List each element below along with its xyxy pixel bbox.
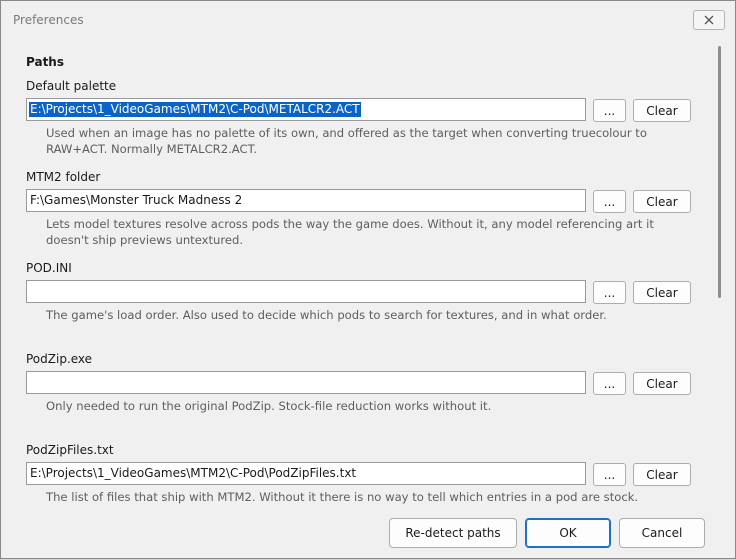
cancel-button[interactable]: Cancel: [619, 518, 705, 548]
mtm2-folder-browse-button[interactable]: ...: [593, 190, 626, 213]
pod-ini-clear-button[interactable]: Clear: [633, 281, 691, 304]
mtm2-folder-value: F:\Games\Monster Truck Madness 2: [30, 193, 243, 207]
default-palette-hint: Used when an image has no palette of its…: [46, 126, 647, 156]
default-palette-input[interactable]: E:\Projects\1_VideoGames\MTM2\C-Pod\META…: [26, 98, 586, 121]
mtm2-folder-clear-button[interactable]: Clear: [633, 190, 691, 213]
podzipfiles-txt-value: E:\Projects\1_VideoGames\MTM2\C-Pod\PodZ…: [30, 466, 357, 480]
paths-panel: Paths Default palette E:\Projects\1_Vide…: [11, 39, 711, 509]
redetect-paths-button[interactable]: Re-detect paths: [389, 518, 517, 548]
mtm2-folder-label: MTM2 folder: [26, 170, 101, 184]
vertical-scrollbar[interactable]: [713, 39, 725, 509]
pod-ini-label: POD.INI: [26, 261, 72, 275]
pod-ini-hint: The game's load order. Also used to deci…: [46, 308, 607, 322]
podzipfiles-txt-clear-button[interactable]: Clear: [633, 463, 691, 486]
default-palette-clear-button[interactable]: Clear: [633, 99, 691, 122]
default-palette-browse-button[interactable]: ...: [593, 99, 626, 122]
podzip-exe-clear-button[interactable]: Clear: [633, 372, 691, 395]
podzip-exe-hint: Only needed to run the original PodZip. …: [46, 399, 492, 413]
podzipfiles-txt-label: PodZipFiles.txt: [26, 443, 114, 457]
podzipfiles-txt-input[interactable]: E:\Projects\1_VideoGames\MTM2\C-Pod\PodZ…: [26, 462, 586, 485]
title-bar: Preferences: [1, 1, 735, 39]
podzip-exe-browse-button[interactable]: ...: [593, 372, 626, 395]
pod-ini-browse-button[interactable]: ...: [593, 281, 626, 304]
default-palette-value: E:\Projects\1_VideoGames\MTM2\C-Pod\META…: [29, 102, 361, 117]
scrollbar-thumb[interactable]: [718, 46, 721, 298]
preferences-dialog: Preferences Paths Default palette E:\Pro…: [0, 0, 736, 559]
window-title: Preferences: [13, 13, 84, 27]
podzipfiles-txt-browse-button[interactable]: ...: [593, 463, 626, 486]
default-palette-label: Default palette: [26, 79, 117, 93]
mtm2-folder-hint: Lets model textures resolve across pods …: [46, 217, 654, 247]
ok-button[interactable]: OK: [525, 518, 611, 548]
close-icon: [704, 15, 714, 25]
close-button[interactable]: [693, 10, 725, 30]
mtm2-folder-input[interactable]: F:\Games\Monster Truck Madness 2: [26, 189, 586, 212]
podzipfiles-txt-hint: The list of files that ship with MTM2. W…: [46, 490, 639, 504]
pod-ini-input[interactable]: [26, 280, 586, 303]
section-heading: Paths: [26, 55, 64, 69]
podzip-exe-input[interactable]: [26, 371, 586, 394]
podzip-exe-label: PodZip.exe: [26, 352, 93, 366]
